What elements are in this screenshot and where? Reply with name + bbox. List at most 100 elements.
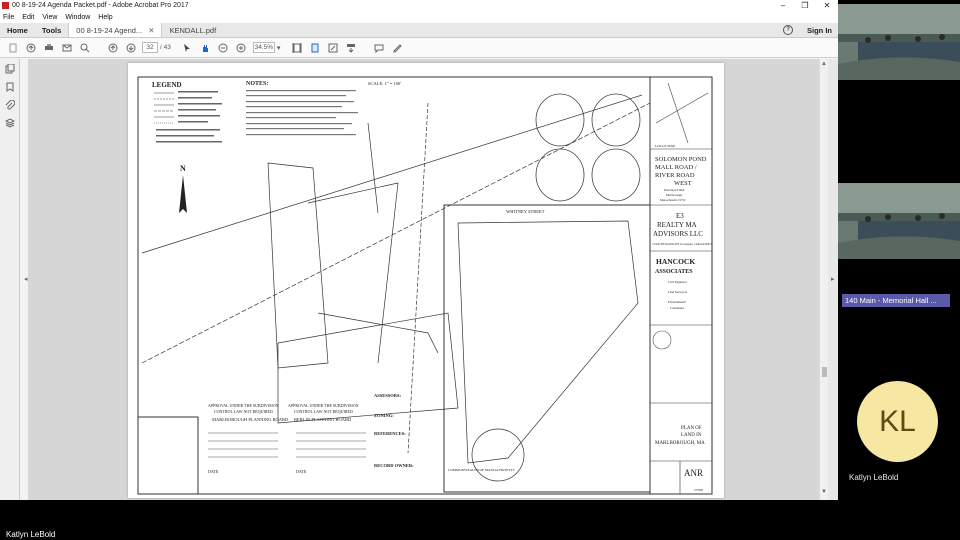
attachments-icon[interactable] xyxy=(4,99,16,111)
sheet-number: 27589 xyxy=(694,488,703,492)
assessors-label: ASSESSORS: xyxy=(374,393,402,398)
participant-avatar[interactable]: KL xyxy=(857,381,938,462)
menu-file[interactable]: File xyxy=(3,14,14,21)
approval-berlin-2: CONTROL LAW NOT REQUIRED xyxy=(294,409,353,414)
scroll-up-icon[interactable]: ▲ xyxy=(821,61,827,67)
layers-icon[interactable] xyxy=(4,117,16,129)
minimize-button[interactable]: – xyxy=(772,1,794,10)
zoom-out-icon[interactable] xyxy=(217,41,230,54)
firm-line-1: HANCOCK xyxy=(656,257,695,266)
north-label: N xyxy=(180,164,186,173)
create-pdf-icon[interactable] xyxy=(6,41,19,54)
active-speaker-name: Katlyn LeBold xyxy=(6,530,56,539)
vertical-scrollbar[interactable]: ▲ ▼ xyxy=(819,59,828,500)
tab-bar-right: ? Sign In xyxy=(783,23,838,37)
client-line-2: REALTY MA xyxy=(657,221,697,229)
previous-page-icon[interactable] xyxy=(106,41,119,54)
acrobat-logo-icon xyxy=(2,2,9,9)
firm-sub-4: Consultants xyxy=(670,306,685,310)
close-tab-icon[interactable]: ✕ xyxy=(148,26,154,35)
commonwealth-label: COMMONWEALTH OF MASSACHUSETTS xyxy=(448,468,515,472)
comment-icon[interactable] xyxy=(372,41,385,54)
menu-window[interactable]: Window xyxy=(65,14,90,21)
firm-sub-1: Civil Engineers xyxy=(668,280,688,284)
legend-title: LEGEND xyxy=(152,81,182,89)
scroll-mode-icon[interactable] xyxy=(344,41,357,54)
participant-name: Katlyn LeBold xyxy=(849,473,899,482)
room-name-badge: 140 Main - Memorial Hall ... xyxy=(842,294,950,307)
survey-plan-drawing: LEGEND NOTES: SCALE: 1" = 100' N WHITNEY… xyxy=(137,76,713,495)
window-controls: – ❐ ✕ xyxy=(772,1,838,10)
select-tool-icon[interactable] xyxy=(181,41,194,54)
firm-sub-2: Land Surveyors xyxy=(668,290,688,294)
tab-tools[interactable]: Tools xyxy=(35,23,68,37)
project-line-2: MALL ROAD / xyxy=(655,164,697,171)
references-label: REFERENCES: xyxy=(374,431,406,436)
tab-kendall[interactable]: KENDALL.pdf xyxy=(162,23,232,37)
toolbar: 32 / 43 34.5% ▾ xyxy=(0,38,838,58)
window-title: 00 8-19-24 Agenda Packet.pdf - Adobe Acr… xyxy=(12,2,189,9)
upload-icon[interactable] xyxy=(24,41,37,54)
zoom-level-input[interactable]: 34.5% xyxy=(252,42,275,53)
next-page-icon[interactable] xyxy=(124,41,137,54)
zoom-dropdown-icon[interactable]: ▾ xyxy=(277,44,281,52)
approval-marlborough-2: CONTROL LAW NOT REQUIRED xyxy=(214,409,273,414)
project-line-3: RIVER ROAD xyxy=(655,172,695,179)
page-view-icon[interactable] xyxy=(308,41,321,54)
project-line-4: WEST xyxy=(674,180,692,187)
full-screen-icon[interactable] xyxy=(326,41,339,54)
scroll-down-icon[interactable]: ▼ xyxy=(821,489,827,495)
highlight-pen-icon[interactable] xyxy=(390,41,403,54)
acrobat-window: 00 8-19-24 Agenda Packet.pdf - Adobe Acr… xyxy=(0,0,838,500)
approval-berlin-1: APPROVAL UNDER THE SUBDIVISION xyxy=(288,403,359,408)
fit-page-icon[interactable] xyxy=(290,41,303,54)
project-line-1: SOLOMON POND xyxy=(655,156,707,163)
maximize-button[interactable]: ❐ xyxy=(794,1,816,10)
menu-view[interactable]: View xyxy=(42,14,57,21)
participant-video-room-2[interactable] xyxy=(838,183,960,259)
screen: 00 8-19-24 Agenda Packet.pdf - Adobe Acr… xyxy=(0,0,960,540)
pdf-page: LEGEND NOTES: SCALE: 1" = 100' N WHITNEY… xyxy=(128,63,724,498)
client-line-3: ADVISORS LLC xyxy=(653,230,703,238)
sign-in-link[interactable]: Sign In xyxy=(807,26,832,35)
tab-home[interactable]: Home xyxy=(0,23,35,37)
close-window-button[interactable]: ✕ xyxy=(816,1,838,10)
expand-right-pane-icon[interactable]: ▸ xyxy=(831,275,835,283)
collapse-left-pane-icon[interactable]: ◂ xyxy=(24,275,28,283)
approval-marlborough-3: MARLBOROUGH PLANNING BOARD xyxy=(212,417,289,422)
menu-bar: File Edit View Window Help xyxy=(0,11,838,23)
plan-title-2: LAND IN xyxy=(681,433,702,438)
help-icon[interactable]: ? xyxy=(783,25,793,35)
tab-agenda-packet-label: 00 8-19-24 Agend... xyxy=(76,25,143,35)
tab-agenda-packet[interactable]: 00 8-19-24 Agend... ✕ xyxy=(68,23,163,37)
print-icon[interactable] xyxy=(42,41,55,54)
zoom-in-icon[interactable] xyxy=(235,41,248,54)
street-label: WHITNEY STREET xyxy=(506,209,545,214)
participant-video-room-1[interactable] xyxy=(838,4,960,80)
plan-title-3: MARLBOROUGH, MA xyxy=(655,441,705,446)
email-icon[interactable] xyxy=(60,41,73,54)
record-owner-label: RECORD OWNER: xyxy=(374,463,414,468)
zoning-label: ZONING: xyxy=(374,413,394,418)
bookmarks-icon[interactable] xyxy=(4,81,16,93)
left-navigation-pane xyxy=(0,59,20,500)
tab-bar: Home Tools 00 8-19-24 Agend... ✕ KENDALL… xyxy=(0,23,838,38)
date-label-1: DATE: xyxy=(208,469,219,474)
menu-help[interactable]: Help xyxy=(98,14,112,21)
page-total: / 43 xyxy=(160,44,171,51)
notes-title: NOTES: xyxy=(246,81,268,87)
search-icon[interactable] xyxy=(78,41,91,54)
firm-line-2: ASSOCIATES xyxy=(655,269,693,275)
hand-tool-icon[interactable] xyxy=(199,41,212,54)
menu-edit[interactable]: Edit xyxy=(22,14,34,21)
date-label-2: DATE: xyxy=(296,469,307,474)
page-number-input[interactable]: 32 xyxy=(142,42,158,53)
scrollbar-thumb[interactable] xyxy=(822,367,827,377)
client-address: 13 SOUTH GRAND AVE Los Angeles, Californ… xyxy=(652,243,712,246)
anr-label: ANR xyxy=(684,468,703,478)
page-thumbnails-icon[interactable] xyxy=(4,63,16,75)
firm-sub-3: Environmental xyxy=(668,300,686,304)
scale-label: SCALE: 1" = 100' xyxy=(368,81,401,86)
client-line-1: E3 xyxy=(676,212,684,220)
approval-berlin-3: BERLIN PLANNING BOARD xyxy=(294,417,352,422)
